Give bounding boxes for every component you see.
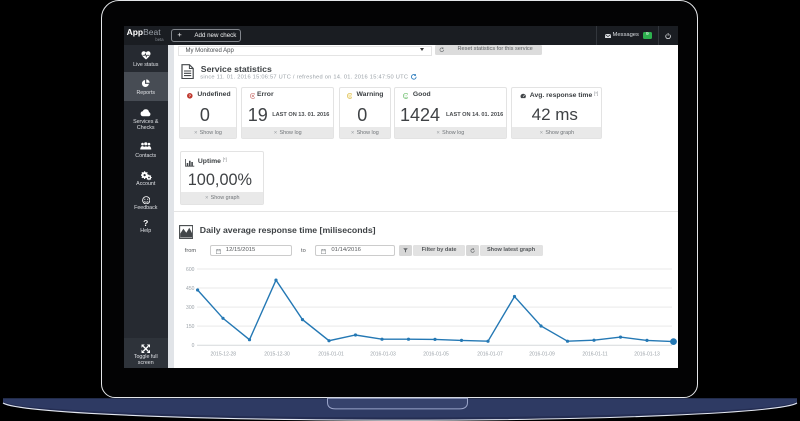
svg-text:2016-01-03: 2016-01-03	[370, 351, 396, 357]
svg-text:2016-01-07: 2016-01-07	[477, 351, 503, 357]
svg-text:300: 300	[186, 304, 195, 310]
svg-text:2016-01-13: 2016-01-13	[634, 351, 660, 357]
svg-text:0: 0	[192, 343, 195, 349]
svg-text:2016-01-01: 2016-01-01	[318, 351, 344, 357]
svg-text:2015-12-30: 2015-12-30	[264, 351, 290, 357]
svg-text:450: 450	[186, 285, 195, 291]
svg-text:2016-01-11: 2016-01-11	[582, 351, 607, 357]
svg-text:2016-01-09: 2016-01-09	[529, 351, 555, 357]
svg-text:2015-12-28: 2015-12-28	[211, 351, 237, 357]
svg-text:600: 600	[186, 266, 195, 272]
svg-text:150: 150	[186, 323, 195, 329]
svg-text:2016-01-05: 2016-01-05	[423, 351, 449, 357]
